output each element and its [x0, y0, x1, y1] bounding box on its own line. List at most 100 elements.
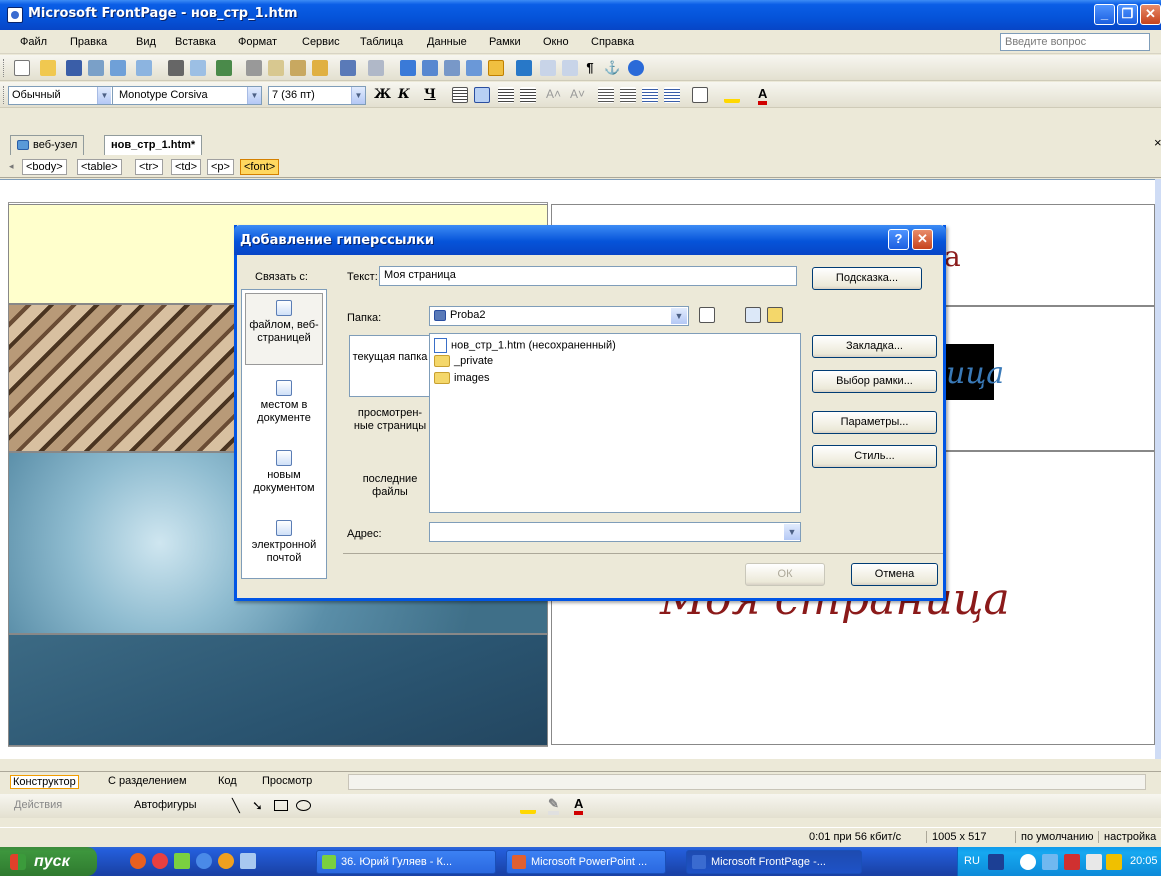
- tag-body[interactable]: <body>: [22, 159, 67, 175]
- increase-indent-icon[interactable]: [664, 87, 680, 103]
- italic-button[interactable]: К: [398, 87, 410, 102]
- tab-document[interactable]: нов_стр_1.htm*: [104, 135, 203, 155]
- file-list[interactable]: нов_стр_1.htm (несохраненный) _private i…: [429, 333, 801, 513]
- bookmark-button[interactable]: Закладка...: [812, 335, 937, 358]
- network-icon[interactable]: [1042, 854, 1058, 870]
- menu-format[interactable]: Формат: [238, 36, 277, 48]
- redo-icon[interactable]: [368, 60, 384, 76]
- help-icon[interactable]: [628, 60, 644, 76]
- arrow-icon[interactable]: ➘: [252, 798, 263, 814]
- link-option-file[interactable]: файлом, веб-страницей: [244, 300, 324, 345]
- preview-icon[interactable]: [190, 60, 206, 76]
- autoshapes-menu[interactable]: Автофигуры: [134, 799, 197, 811]
- look-in-select[interactable]: Proba2 ▼: [429, 306, 689, 326]
- dialog-title-bar[interactable]: Добавление гиперссылки ? ✕: [234, 225, 946, 255]
- antivirus-icon[interactable]: [1064, 854, 1080, 870]
- menu-file[interactable]: Файл: [20, 36, 47, 48]
- browse-web-icon[interactable]: [745, 307, 761, 323]
- menu-frames[interactable]: Рамки: [489, 36, 521, 48]
- anchor-icon[interactable]: ⚓: [604, 60, 620, 76]
- menu-table[interactable]: Таблица: [360, 36, 403, 48]
- mail-icon[interactable]: [1086, 854, 1102, 870]
- font-color-icon[interactable]: A: [758, 87, 768, 105]
- horizontal-scrollbar[interactable]: [348, 774, 1146, 790]
- chevron-down-icon[interactable]: ▼: [97, 87, 111, 104]
- align-center-icon[interactable]: [474, 87, 490, 103]
- insert-frame-icon[interactable]: [444, 60, 460, 76]
- highlight-icon[interactable]: [724, 87, 740, 103]
- tab-recent-files[interactable]: последние файлы: [351, 473, 429, 499]
- tab-preview[interactable]: Просмотр: [262, 775, 312, 787]
- task-icq[interactable]: 36. Юрий Гуляев - К...: [316, 850, 496, 874]
- line-color-icon[interactable]: ✎: [548, 797, 559, 815]
- show-all-icon[interactable]: [562, 60, 578, 76]
- text-color-icon[interactable]: A: [574, 797, 584, 815]
- insert-picture-icon[interactable]: [466, 60, 482, 76]
- bold-button[interactable]: Ж: [374, 87, 391, 102]
- display-text-input[interactable]: Моя страница: [379, 266, 797, 286]
- align-left-icon[interactable]: [452, 87, 468, 103]
- paste-icon[interactable]: [290, 60, 306, 76]
- browse-file-icon[interactable]: [767, 307, 783, 323]
- spelling-icon[interactable]: [216, 60, 232, 76]
- quicklaunch-app-icon[interactable]: [152, 853, 168, 869]
- list-item[interactable]: _private: [434, 355, 493, 368]
- scroll-left-icon[interactable]: ◂: [9, 161, 14, 172]
- expand-tray-icon[interactable]: [1020, 854, 1036, 870]
- increase-font-icon[interactable]: A˄: [546, 87, 562, 103]
- help-button[interactable]: ?: [888, 229, 909, 250]
- decrease-font-icon[interactable]: A˅: [570, 87, 586, 103]
- frontpage-app-icon[interactable]: [7, 7, 23, 23]
- tag-font[interactable]: <font>: [240, 159, 280, 175]
- new-page-icon[interactable]: [14, 60, 30, 76]
- bulleted-list-icon[interactable]: [620, 87, 636, 103]
- menu-window[interactable]: Окно: [543, 36, 569, 48]
- menu-insert[interactable]: Вставка: [175, 36, 216, 48]
- style-select[interactable]: Обычный ▼: [8, 86, 122, 105]
- format-painter-icon[interactable]: [312, 60, 328, 76]
- menu-tools[interactable]: Сервис: [302, 36, 340, 48]
- start-button[interactable]: пуск: [0, 847, 97, 876]
- toolbar-grip[interactable]: [3, 86, 6, 104]
- chevron-down-icon[interactable]: ▼: [784, 524, 800, 540]
- rectangle-icon[interactable]: [274, 800, 288, 811]
- ok-button[interactable]: ОК: [745, 563, 825, 586]
- chevron-down-icon[interactable]: ▼: [247, 87, 261, 104]
- maximize-button[interactable]: ❐: [1117, 4, 1138, 25]
- menu-help[interactable]: Справка: [591, 36, 634, 48]
- list-item[interactable]: нов_стр_1.htm (несохраненный): [434, 338, 616, 353]
- close-tab-icon[interactable]: ×: [1154, 135, 1161, 150]
- toolbar-grip[interactable]: [3, 59, 6, 77]
- menu-view[interactable]: Вид: [136, 36, 156, 48]
- tab-code[interactable]: Код: [218, 775, 237, 787]
- link-option-email[interactable]: электронной почтой: [244, 520, 324, 565]
- actions-menu[interactable]: Действия: [14, 799, 62, 811]
- tag-tr[interactable]: <tr>: [135, 159, 163, 175]
- tab-browsed-pages[interactable]: просмотрен-ные страницы: [351, 407, 429, 433]
- task-powerpoint[interactable]: Microsoft PowerPoint ...: [506, 850, 666, 874]
- tag-table[interactable]: <table>: [77, 159, 122, 175]
- tag-td[interactable]: <td>: [171, 159, 202, 175]
- search-icon[interactable]: [88, 60, 104, 76]
- quicklaunch-ie-icon[interactable]: [196, 853, 212, 869]
- insert-table-icon[interactable]: [422, 60, 438, 76]
- chevron-down-icon[interactable]: ▼: [351, 87, 365, 104]
- title-bar[interactable]: Microsoft FrontPage - нов_стр_1.htm _ ❐ …: [0, 0, 1161, 30]
- insert-layer-icon[interactable]: [400, 60, 416, 76]
- toggle-pane-icon[interactable]: [136, 60, 152, 76]
- undo-icon[interactable]: [340, 60, 356, 76]
- copy-icon[interactable]: [268, 60, 284, 76]
- tab-split[interactable]: С разделением: [108, 775, 187, 787]
- font-select[interactable]: Monotype Corsiva ▼: [112, 86, 262, 105]
- menu-data[interactable]: Данные: [427, 36, 467, 48]
- numbered-list-icon[interactable]: [598, 87, 614, 103]
- customize[interactable]: настройка: [1098, 831, 1156, 843]
- tab-website[interactable]: веб-узел: [10, 135, 85, 155]
- blue-wave-image[interactable]: [8, 634, 548, 746]
- clock[interactable]: 20:05: [1130, 855, 1158, 867]
- close-button[interactable]: ✕: [1140, 4, 1161, 25]
- target-frame-button[interactable]: Выбор рамки...: [812, 370, 937, 393]
- publish-icon[interactable]: [110, 60, 126, 76]
- list-item[interactable]: images: [434, 372, 489, 385]
- stop-icon[interactable]: [540, 60, 556, 76]
